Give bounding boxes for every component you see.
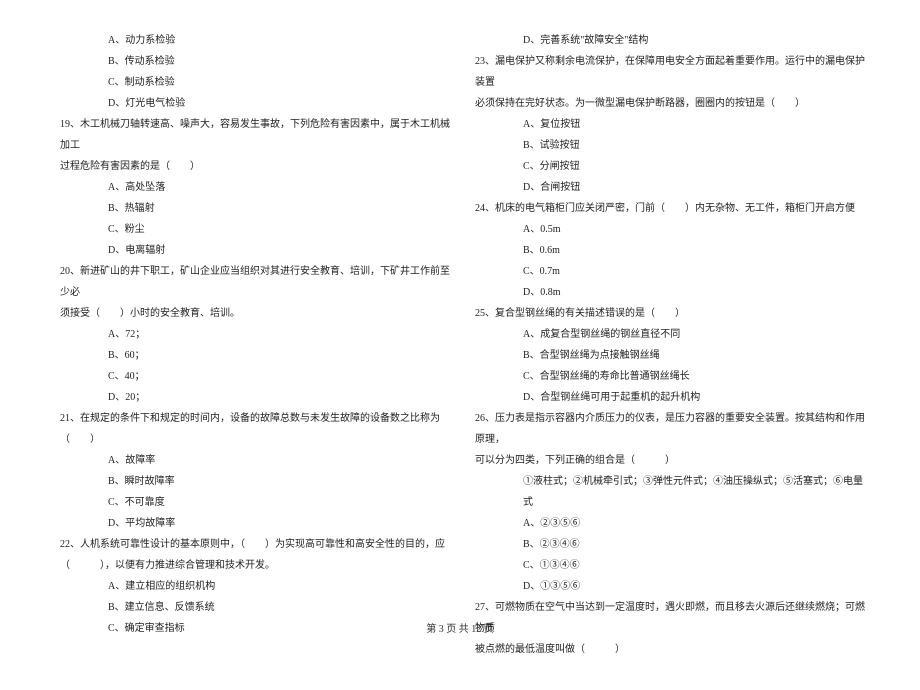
q21-option-b: B、瞬时故障率 [60,471,455,492]
q26-option-d: D、①③⑤⑥ [475,576,870,597]
q21-option-a: A、故障率 [60,450,455,471]
q23-option-b: B、试验按钮 [475,135,870,156]
q20-cont: 须接受（ ）小时的安全教育、培训。 [60,303,455,324]
q19-option-c: C、粉尘 [60,219,455,240]
q23-cont: 必须保持在完好状态。为一微型漏电保护断路器，圈圈内的按钮是（ ） [475,93,870,114]
q26-option-a: A、②③⑤⑥ [475,513,870,534]
q22-option-a: A、建立相应的组织机构 [60,576,455,597]
q26-option-c: C、①③④⑥ [475,555,870,576]
q21-text: 21、在规定的条件下和规定的时间内，设备的故障总数与未发生故障的设备数之比称为（… [60,408,455,450]
q23-text: 23、漏电保护又称剩余电流保护，在保障用电安全方面起着重要作用。运行中的漏电保护… [475,51,870,93]
q18-option-b: B、传动系检验 [60,51,455,72]
q19-option-a: A、高处坠落 [60,177,455,198]
page-footer: 第 3 页 共 12 页 [0,620,920,635]
q24-text: 24、机床的电气箱柜门应关闭严密，门前（ ）内无杂物、无工件，箱柜门开启方便 [475,198,870,219]
q25-option-b: B、合型钢丝绳为点接触钢丝绳 [475,345,870,366]
q22-text: 22、人机系统可靠性设计的基本原则中，（ ）为实现高可靠性和高安全性的目的，应 [60,534,455,555]
q20-option-c: C、40； [60,366,455,387]
q21-option-d: D、平均故障率 [60,513,455,534]
q19-text: 19、木工机械刀轴转速高、噪声大，容易发生事故，下列危险有害因素中，属于木工机械… [60,114,455,156]
q25-option-c: C、合型钢丝绳的寿命比普通钢丝绳长 [475,366,870,387]
q23-option-c: C、分闸按钮 [475,156,870,177]
q26-option-b: B、②③④⑥ [475,534,870,555]
q19-option-d: D、电离辐射 [60,240,455,261]
q18-option-d: D、灯光电气检验 [60,93,455,114]
q24-option-a: A、0.5m [475,219,870,240]
q26-subline: ①液柱式；②机械牵引式；③弹性元件式；④油压操纵式；⑤活塞式；⑥电量式 [475,471,870,513]
q18-option-c: C、制动系检验 [60,72,455,93]
q22-cont: （ ），以便有力推进综合管理和技术开发。 [60,555,455,576]
q20-text: 20、新进矿山的井下职工，矿山企业应当组织对其进行安全教育、培训，下矿井工作前至… [60,261,455,303]
q25-option-d: D、合型钢丝绳可用于起重机的起升机构 [475,387,870,408]
q21-option-c: C、不可靠度 [60,492,455,513]
left-column: A、动力系检验 B、传动系检验 C、制动系检验 D、灯光电气检验 19、木工机械… [60,30,455,660]
q20-option-d: D、20； [60,387,455,408]
q24-option-c: C、0.7m [475,261,870,282]
q24-option-d: D、0.8m [475,282,870,303]
q23-option-a: A、复位按钮 [475,114,870,135]
right-column: D、完善系统"故障安全"结构 23、漏电保护又称剩余电流保护，在保障用电安全方面… [475,30,870,660]
q20-option-b: B、60； [60,345,455,366]
q25-text: 25、复合型钢丝绳的有关描述错误的是（ ） [475,303,870,324]
q18-option-a: A、动力系检验 [60,30,455,51]
q26-cont: 可以分为四类，下列正确的组合是（ ） [475,450,870,471]
q22-option-d: D、完善系统"故障安全"结构 [475,30,870,51]
q26-text: 26、压力表是指示容器内介质压力的仪表，是压力容器的重要安全装置。按其结构和作用… [475,408,870,450]
q25-option-a: A、成复合型钢丝绳的钢丝直径不同 [475,324,870,345]
q23-option-d: D、合闸按钮 [475,177,870,198]
q19-cont: 过程危险有害因素的是（ ） [60,156,455,177]
q24-option-b: B、0.6m [475,240,870,261]
q19-option-b: B、热辐射 [60,198,455,219]
q22-option-b: B、建立信息、反馈系统 [60,597,455,618]
q20-option-a: A、72； [60,324,455,345]
